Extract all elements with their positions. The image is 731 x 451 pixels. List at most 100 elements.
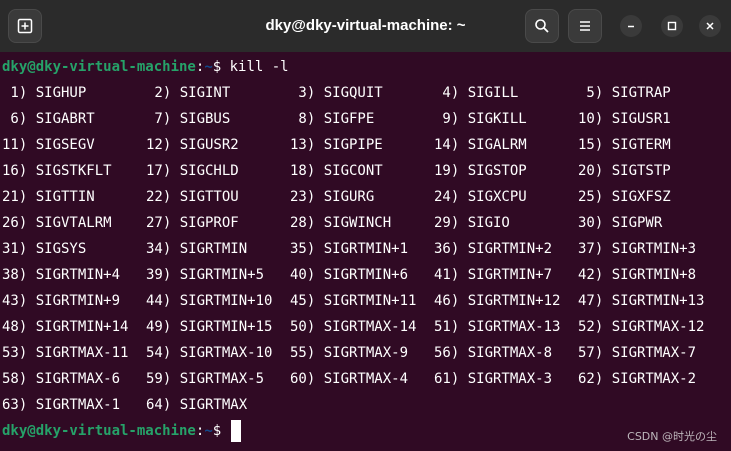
signal-entry: 21) SIGTTIN: [2, 189, 95, 205]
watermark: CSDN @时光の尘: [627, 430, 717, 443]
signal-entry: 55) SIGRTMAX-9: [290, 345, 409, 361]
signal-entry: 47) SIGRTMIN+13: [578, 293, 705, 309]
signal-row: 53) SIGRTMAX-11 54) SIGRTMAX-10 55) SIGRTM…: [0, 340, 731, 366]
signal-row: 43) SIGRTMIN+9 44) SIGRTMIN+10 45) SIGRTMI…: [0, 288, 731, 314]
signal-entry: 50) SIGRTMAX-14: [290, 319, 417, 335]
signal-entry: 53) SIGRTMAX-11: [2, 345, 129, 361]
signal-entry: 6) SIGABRT: [2, 111, 95, 127]
signal-entry: 42) SIGRTMIN+8: [578, 267, 697, 283]
minimize-icon: [628, 25, 634, 28]
title-bar: dky@dky-virtual-machine: ~: [0, 0, 731, 52]
signal-row: 31) SIGSYS 34) SIGRTMIN 35) SIGRTMIN+1 36) …: [0, 236, 731, 262]
prompt-symbol: $: [212, 59, 230, 75]
signal-entry: 43) SIGRTMIN+9: [2, 293, 121, 309]
signal-row: 11) SIGSEGV 12) SIGUSR2 13) SIGPIPE 14) SIG…: [0, 132, 731, 158]
signal-entry: 10) SIGUSR1: [578, 111, 671, 127]
signal-entry: 1) SIGHUP: [2, 85, 87, 101]
signal-entry: 58) SIGRTMAX-6: [2, 371, 121, 387]
command-prompt-line: dky@dky-virtual-machine:~$ kill -l: [2, 54, 289, 80]
signal-row: 58) SIGRTMAX-6 59) SIGRTMAX-5 60) SIGRTMAX…: [0, 366, 731, 392]
signal-entry: 19) SIGSTOP: [434, 163, 527, 179]
signal-entry: 51) SIGRTMAX-13: [434, 319, 561, 335]
signal-row: 16) SIGSTKFLT 17) SIGCHLD 18) SIGCONT 19) S…: [0, 158, 731, 184]
signal-entry: 8) SIGFPE: [290, 111, 375, 127]
signal-entry: 27) SIGPROF: [146, 215, 239, 231]
menu-button[interactable]: [568, 9, 602, 43]
signal-entry: 40) SIGRTMIN+6: [290, 267, 409, 283]
signal-entry: 22) SIGTTOU: [146, 189, 239, 205]
signal-row: 38) SIGRTMIN+4 39) SIGRTMIN+5 40) SIGRTMIN…: [0, 262, 731, 288]
signal-entry: 60) SIGRTMAX-4: [290, 371, 409, 387]
signal-entry: 14) SIGALRM: [434, 137, 527, 153]
signal-entry: 48) SIGRTMIN+14: [2, 319, 129, 335]
command-text: kill -l: [229, 59, 289, 75]
signal-row: 6) SIGABRT 7) SIGBUS 8) SIGFPE 9) SIGKIL…: [0, 106, 731, 132]
signal-entry: 49) SIGRTMIN+15: [146, 319, 273, 335]
signal-entry: 39) SIGRTMIN+5: [146, 267, 265, 283]
signal-entry: 46) SIGRTMIN+12: [434, 293, 561, 309]
signal-entry: 37) SIGRTMIN+3: [578, 241, 697, 257]
signal-row: 63) SIGRTMAX-1 64) SIGRTMAX: [0, 392, 731, 418]
signal-entry: 63) SIGRTMAX-1: [2, 397, 121, 413]
signal-entry: 54) SIGRTMAX-10: [146, 345, 273, 361]
signal-row: 26) SIGVTALRM 27) SIGPROF 28) SIGWINCH 29) …: [0, 210, 731, 236]
signal-entry: 57) SIGRTMAX-7: [578, 345, 697, 361]
hamburger-menu-icon: [580, 21, 590, 31]
signal-entry: 18) SIGCONT: [290, 163, 383, 179]
close-button[interactable]: [699, 15, 721, 37]
signal-entry: 7) SIGBUS: [146, 111, 231, 127]
signal-entry: 20) SIGTSTP: [578, 163, 671, 179]
prompt-symbol: $: [212, 423, 230, 439]
signal-entry: 61) SIGRTMAX-3: [434, 371, 553, 387]
signal-entry: 45) SIGRTMIN+11: [290, 293, 417, 309]
signal-entry: 16) SIGSTKFLT: [2, 163, 112, 179]
terminal-area[interactable]: dky@dky-virtual-machine:~$ kill -l 1) SI…: [0, 52, 731, 451]
signal-entry: 23) SIGURG: [290, 189, 375, 205]
maximize-button[interactable]: [661, 15, 683, 37]
signal-entry: 35) SIGRTMIN+1: [290, 241, 409, 257]
signal-entry: 4) SIGILL: [434, 85, 519, 101]
signal-entry: 25) SIGXFSZ: [578, 189, 671, 205]
search-button[interactable]: [525, 9, 559, 43]
signal-entry: 59) SIGRTMAX-5: [146, 371, 265, 387]
search-icon: [535, 19, 549, 33]
signal-entry: 15) SIGTERM: [578, 137, 671, 153]
minimize-button[interactable]: [620, 15, 642, 37]
signal-entry: 29) SIGIO: [434, 215, 510, 231]
signal-row: 1) SIGHUP 2) SIGINT 3) SIGQUIT 4) SIGILL…: [0, 80, 731, 106]
signal-entry: 13) SIGPIPE: [290, 137, 383, 153]
signal-entry: 62) SIGRTMAX-2: [578, 371, 697, 387]
signal-entry: 31) SIGSYS: [2, 241, 87, 257]
signal-entry: 52) SIGRTMAX-12: [578, 319, 705, 335]
signal-entry: 34) SIGRTMIN: [146, 241, 248, 257]
signal-entry: 41) SIGRTMIN+7: [434, 267, 553, 283]
signal-entry: 38) SIGRTMIN+4: [2, 267, 121, 283]
signal-row: 21) SIGTTIN 22) SIGTTOU 23) SIGURG 24) SIGX…: [0, 184, 731, 210]
new-tab-button[interactable]: [8, 9, 42, 43]
signal-entry: 5) SIGTRAP: [578, 85, 671, 101]
signal-entry: 56) SIGRTMAX-8: [434, 345, 553, 361]
signal-entry: 9) SIGKILL: [434, 111, 527, 127]
signal-row: 48) SIGRTMIN+14 49) SIGRTMIN+15 50) SIGRTM…: [0, 314, 731, 340]
signal-entry: 3) SIGQUIT: [290, 85, 383, 101]
prompt-user-host: dky@dky-virtual-machine: [2, 59, 196, 75]
prompt-path: ~: [204, 423, 213, 439]
signal-entry: 30) SIGPWR: [578, 215, 663, 231]
signal-entry: 12) SIGUSR2: [146, 137, 239, 153]
signal-entry: 2) SIGINT: [146, 85, 231, 101]
new-tab-icon: [17, 18, 33, 34]
maximize-icon: [667, 21, 677, 31]
close-icon: [706, 22, 714, 30]
signal-entry: 17) SIGCHLD: [146, 163, 239, 179]
signal-entry: 28) SIGWINCH: [290, 215, 392, 231]
text-cursor: [230, 420, 241, 442]
current-prompt-line[interactable]: dky@dky-virtual-machine:~$: [2, 418, 241, 444]
signal-entry: 11) SIGSEGV: [2, 137, 95, 153]
signal-entry: 44) SIGRTMIN+10: [146, 293, 273, 309]
signal-entry: 64) SIGRTMAX: [146, 397, 248, 413]
signal-entry: 36) SIGRTMIN+2: [434, 241, 553, 257]
prompt-path: ~: [204, 59, 213, 75]
prompt-user-host: dky@dky-virtual-machine: [2, 423, 196, 439]
signal-entry: 26) SIGVTALRM: [2, 215, 112, 231]
signal-entry: 24) SIGXCPU: [434, 189, 527, 205]
